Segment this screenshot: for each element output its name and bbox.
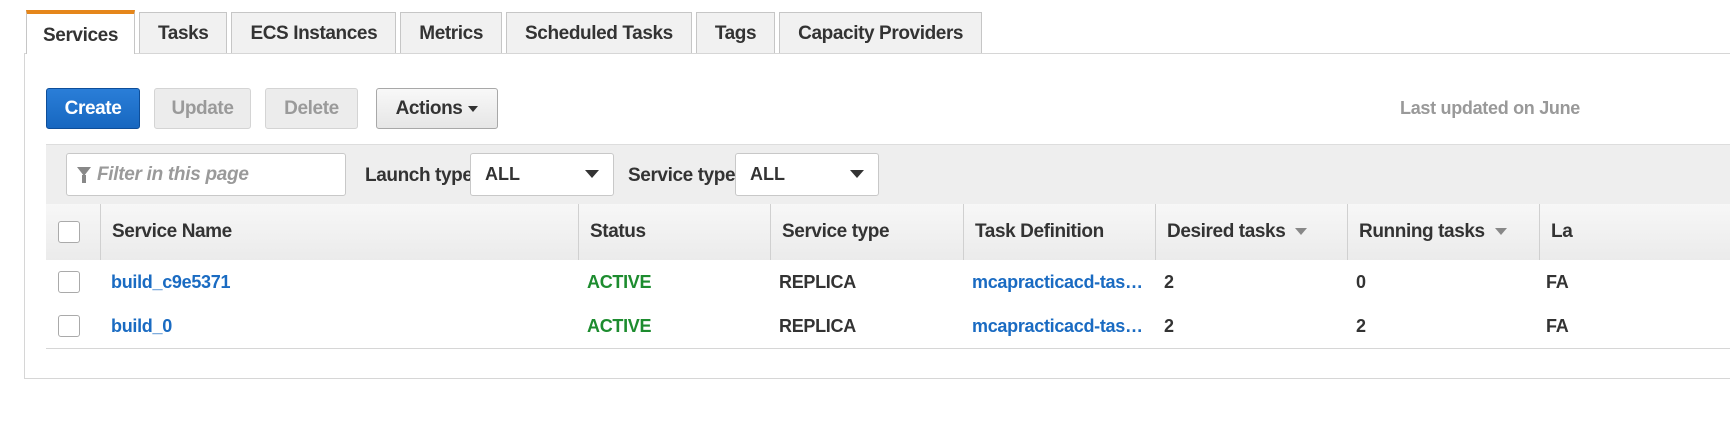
update-button[interactable]: Update <box>154 88 251 129</box>
service-name-link[interactable]: build_c9e5371 <box>111 260 230 304</box>
filter-bar: Filter in this page Launch type ALL Serv… <box>46 144 1730 206</box>
status-badge: ACTIVE <box>587 272 652 292</box>
select-all-checkbox[interactable] <box>58 221 80 243</box>
row-checkbox[interactable] <box>58 271 80 293</box>
service-name-link[interactable]: build_0 <box>111 304 172 348</box>
sort-down-icon[interactable] <box>1295 228 1308 236</box>
actions-dropdown-button[interactable]: Actions <box>376 88 498 129</box>
tab-bar: Services Tasks ECS Instances Metrics Sch… <box>26 10 986 54</box>
create-button[interactable]: Create <box>46 88 140 129</box>
filter-placeholder: Filter in this page <box>97 164 249 185</box>
service-type-value: REPLICA <box>779 272 856 292</box>
column-task-definition[interactable]: Task Definition <box>963 204 1155 260</box>
desired-tasks-value: 2 <box>1164 272 1174 292</box>
column-status[interactable]: Status <box>578 204 770 260</box>
last-updated-text: Last updated on June <box>1400 98 1581 118</box>
column-desired-tasks-label: Desired tasks <box>1167 221 1286 242</box>
column-desired-tasks[interactable]: Desired tasks <box>1155 204 1347 260</box>
launch-type-select[interactable]: ALL <box>470 153 614 196</box>
sort-down-icon[interactable] <box>1494 228 1507 236</box>
tab-tasks[interactable]: Tasks <box>138 12 228 54</box>
launch-type-value: ALL <box>485 164 520 184</box>
table-row: build_c9e5371 ACTIVE REPLICA mcapractica… <box>46 260 1730 305</box>
column-service-name[interactable]: Service Name <box>100 204 578 260</box>
chevron-down-icon <box>850 170 864 178</box>
desired-tasks-value: 2 <box>1164 316 1174 336</box>
service-type-value: REPLICA <box>779 316 856 336</box>
launch-type-value: FA <box>1546 316 1569 336</box>
table-row: build_0 ACTIVE REPLICA mcapracticacd-tas… <box>46 304 1730 349</box>
actions-label: Actions <box>395 98 463 119</box>
tab-tags[interactable]: Tags <box>695 12 776 54</box>
status-badge: ACTIVE <box>587 316 652 336</box>
task-definition-link[interactable]: mcapracticacd-tas… <box>972 304 1144 348</box>
delete-button[interactable]: Delete <box>265 88 358 129</box>
chevron-down-icon <box>468 105 479 112</box>
row-checkbox[interactable] <box>58 315 80 337</box>
filter-icon <box>77 167 91 183</box>
chevron-down-icon <box>585 170 599 178</box>
tab-capacity-providers[interactable]: Capacity Providers <box>779 12 983 54</box>
column-launch-type[interactable]: La <box>1539 204 1730 260</box>
launch-type-value: FA <box>1546 272 1569 292</box>
column-running-tasks-label: Running tasks <box>1359 221 1485 242</box>
table-header: Service Name Status Service type Task De… <box>46 204 1730 261</box>
service-type-label: Service type <box>628 165 736 186</box>
service-type-select[interactable]: ALL <box>735 153 879 196</box>
service-type-value: ALL <box>750 164 785 184</box>
tab-ecs-instances[interactable]: ECS Instances <box>231 12 397 54</box>
tab-scheduled-tasks[interactable]: Scheduled Tasks <box>506 12 692 54</box>
column-running-tasks[interactable]: Running tasks <box>1347 204 1539 260</box>
running-tasks-value: 2 <box>1356 316 1366 336</box>
running-tasks-value: 0 <box>1356 272 1366 292</box>
column-service-type[interactable]: Service type <box>770 204 963 260</box>
tab-metrics[interactable]: Metrics <box>400 12 502 54</box>
filter-input[interactable]: Filter in this page <box>66 153 346 196</box>
launch-type-label: Launch type <box>365 165 473 186</box>
tab-services[interactable]: Services <box>26 10 135 54</box>
task-definition-link[interactable]: mcapracticacd-tas… <box>972 260 1144 304</box>
